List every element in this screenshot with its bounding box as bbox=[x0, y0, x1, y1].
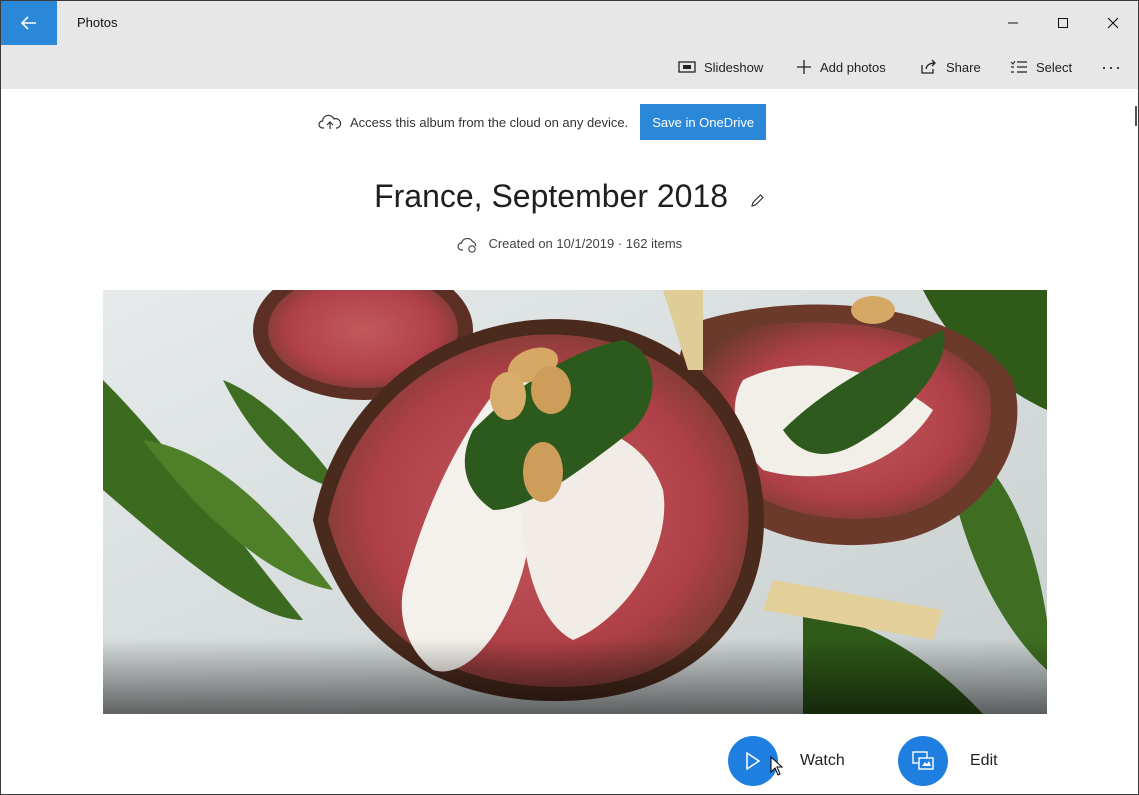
banner-text: Access this album from the cloud on any … bbox=[350, 114, 629, 130]
album-cover-image[interactable] bbox=[103, 290, 1047, 714]
select-label: Select bbox=[1036, 59, 1073, 75]
edit-button[interactable]: Edit bbox=[898, 736, 998, 786]
cloud-upload-icon bbox=[318, 114, 342, 129]
watch-label: Watch bbox=[800, 752, 845, 769]
fig-salad-photo bbox=[103, 290, 1047, 714]
add-photos-button[interactable]: Add photos bbox=[796, 45, 886, 89]
album-title[interactable]: France, September 2018 bbox=[374, 178, 728, 214]
maximize-button[interactable] bbox=[1038, 1, 1088, 45]
edit-label: Edit bbox=[970, 752, 998, 769]
slideshow-label: Slideshow bbox=[704, 59, 764, 75]
close-icon bbox=[1107, 17, 1119, 29]
watch-button[interactable]: Watch bbox=[728, 736, 845, 786]
share-label: Share bbox=[946, 59, 981, 75]
play-icon bbox=[746, 752, 761, 770]
slideshow-icon bbox=[678, 61, 696, 73]
edit-circle[interactable] bbox=[898, 736, 948, 786]
back-button[interactable] bbox=[1, 1, 57, 45]
pencil-icon bbox=[751, 194, 764, 207]
more-icon: ··· bbox=[1101, 56, 1122, 77]
maximize-icon bbox=[1058, 18, 1068, 28]
scrollbar-thumb[interactable] bbox=[1135, 106, 1137, 126]
add-photos-label: Add photos bbox=[820, 59, 886, 75]
close-button[interactable] bbox=[1088, 1, 1138, 45]
plus-icon bbox=[797, 60, 811, 74]
edit-video-icon bbox=[912, 751, 934, 770]
album-meta: Created on 10/1/2019 · 162 items bbox=[0, 236, 1139, 253]
command-bar: Slideshow Add photos Share Select ··· bbox=[1, 45, 1138, 89]
share-icon bbox=[921, 59, 936, 74]
app-title: Photos bbox=[77, 15, 118, 30]
share-button[interactable]: Share bbox=[920, 45, 981, 89]
album-title-row: France, September 2018 bbox=[0, 178, 1139, 217]
more-options-button[interactable]: ··· bbox=[1101, 45, 1122, 89]
album-meta-text: Created on 10/1/2019 · 162 items bbox=[488, 236, 683, 251]
back-arrow-icon bbox=[21, 16, 36, 30]
select-button[interactable]: Select bbox=[1010, 45, 1072, 89]
mouse-cursor-icon bbox=[770, 756, 784, 776]
save-in-onedrive-button[interactable]: Save in OneDrive bbox=[640, 104, 767, 140]
edit-title-button[interactable] bbox=[749, 180, 765, 217]
cloud-sync-icon bbox=[457, 237, 476, 253]
minimize-icon bbox=[1008, 22, 1018, 24]
select-list-icon bbox=[1010, 60, 1027, 73]
title-bar: Photos bbox=[1, 1, 1138, 45]
onedrive-banner: Access this album from the cloud on any … bbox=[318, 104, 767, 140]
slideshow-button[interactable]: Slideshow bbox=[678, 45, 763, 89]
minimize-button[interactable] bbox=[988, 1, 1038, 45]
